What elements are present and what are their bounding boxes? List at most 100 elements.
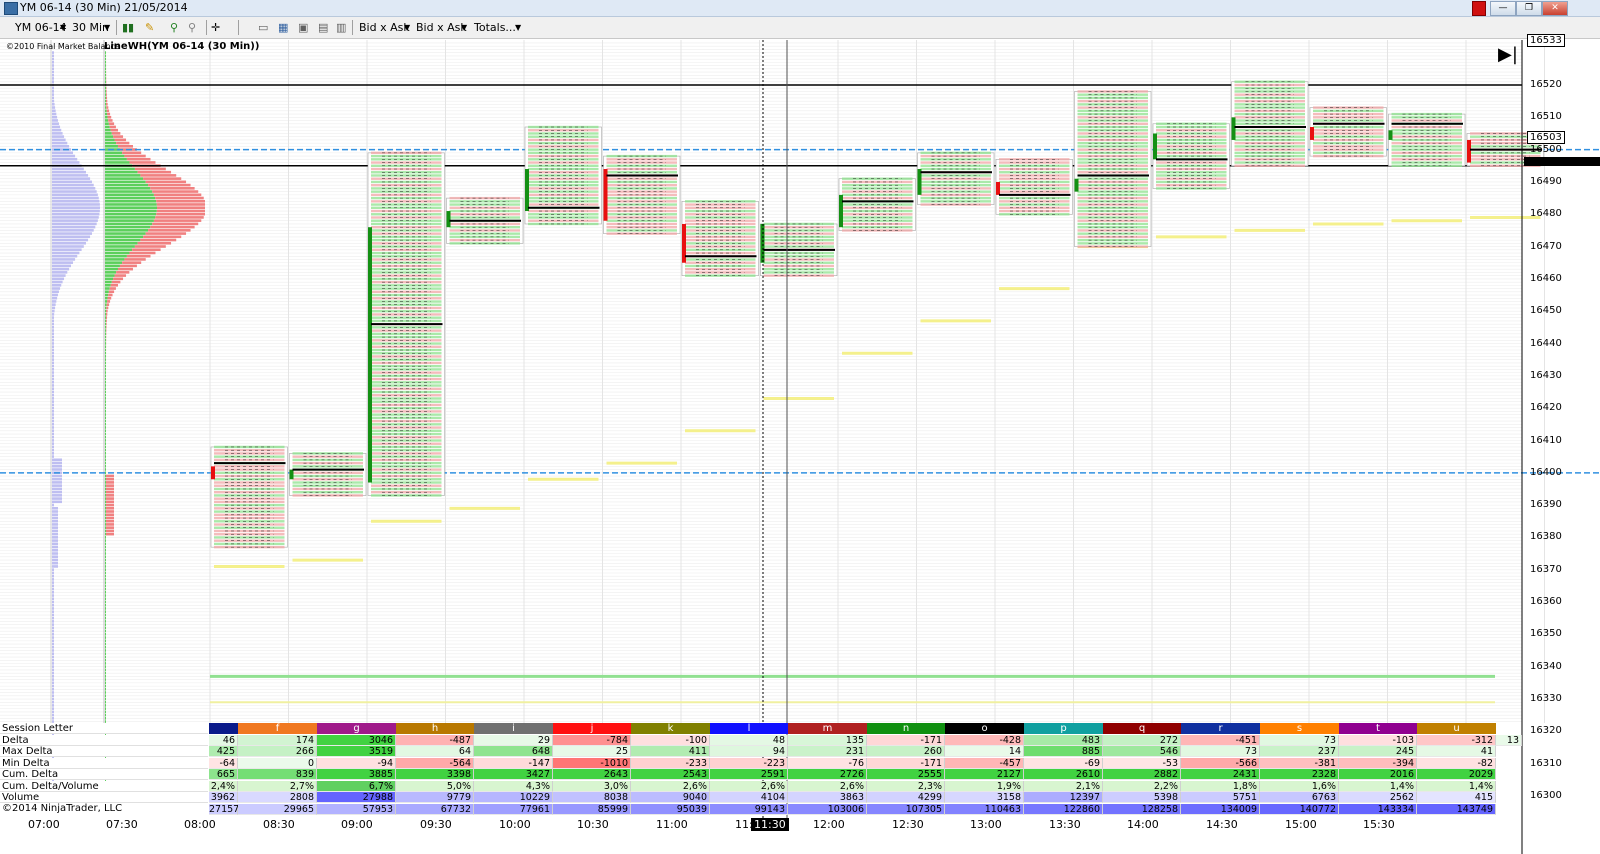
buy-volume-bar [105, 377, 106, 381]
table-row: Max Delta 425 266 3519 64 648 25 411 94 231 260 14 8… [0, 746, 1522, 757]
time-axis-label: 13:30 [1049, 818, 1081, 831]
close-button[interactable]: ✕ [1542, 1, 1568, 16]
properties-icon[interactable]: ▦ [278, 20, 288, 35]
mode2-dropdown[interactable]: Bid x Ask [416, 20, 467, 35]
table-cell: -64 [209, 757, 238, 769]
table-cell: -94 [317, 757, 396, 769]
buy-volume-bar [105, 122, 109, 125]
volume-profile-bar [52, 565, 58, 568]
buy-volume-bar [105, 523, 106, 526]
mode3-dropdown[interactable]: Totals... [474, 20, 516, 35]
table-cell: -381 [1260, 757, 1339, 769]
sell-volume-bar [106, 309, 108, 313]
buy-volume-bar [105, 561, 106, 565]
volume-profile-bar [52, 704, 54, 707]
strategy-icon[interactable]: ⚲ [188, 20, 196, 35]
buy-volume-bar [105, 238, 141, 242]
templates-icon[interactable]: ▥ [336, 20, 346, 35]
chevron-down-icon[interactable]: ▼ [461, 20, 467, 35]
table-cell: 415 [1417, 792, 1496, 803]
restore-button[interactable]: ❐ [1516, 1, 1542, 16]
table-cell: 77961 [474, 803, 553, 815]
pencil-icon[interactable]: ✎ [145, 20, 154, 35]
buy-volume-bar [105, 303, 107, 306]
buy-volume-bar [105, 128, 111, 132]
buy-volume-bar [105, 506, 106, 510]
bar-style-icon[interactable]: ▮▮ [122, 20, 134, 35]
alert-badge[interactable] [1472, 1, 1486, 16]
session-letter: m [788, 723, 867, 734]
volume-profile-bar [52, 325, 54, 329]
volume-profile-bar [52, 416, 54, 420]
sell-volume-bar [124, 258, 146, 261]
indicator-icon[interactable]: ⚲ [170, 20, 178, 35]
table-cell: -100 [631, 734, 710, 746]
sell-volume-bar [111, 132, 121, 135]
buy-volume-bar [105, 345, 106, 348]
sell-volume-bar [156, 209, 205, 213]
volume-profile-bar [52, 474, 62, 478]
table-cell: 237 [1260, 746, 1339, 757]
volume-profile-bar [52, 432, 54, 436]
buy-volume-bar [105, 519, 106, 523]
buy-volume-bar [105, 629, 106, 633]
volume-profile-bar [52, 261, 74, 264]
buy-volume-bar [105, 552, 106, 555]
data-box-icon[interactable]: ▤ [318, 20, 328, 35]
session-letter: n [867, 723, 945, 734]
table-row: Delta 46 174 3046 -487 29 -784 -100 48 135 -171 -42… [0, 734, 1522, 746]
volume-profile-bar [52, 190, 97, 193]
sell-volume-bar [108, 119, 113, 122]
instrument-dropdown[interactable]: YM 06-14 [15, 20, 67, 35]
chevron-down-icon[interactable]: ▼ [60, 20, 66, 35]
table-cell: 2,7% [238, 780, 317, 792]
volume-profile-bar [52, 422, 54, 426]
table-cell: 2,4% [209, 780, 238, 792]
buy-volume-bar [105, 603, 106, 607]
buy-volume-bar [105, 532, 106, 536]
volume-profile-bar [52, 532, 58, 536]
footprint-box [995, 159, 1073, 215]
window-title: YM 06-14 (30 Min) 21/05/2014 [20, 1, 188, 14]
volume-profile-bar [52, 287, 61, 290]
time-axis-label: 07:00 [28, 818, 60, 831]
volume-profile-bar [52, 222, 97, 226]
volume-profile-bar [52, 93, 54, 96]
volume-profile-bar [52, 167, 84, 171]
buy-volume-bar [105, 471, 106, 475]
price-axis-label: 16390 [1530, 499, 1562, 511]
table-row: 27157 29965 57953 67732 77961 85999 95039 99143… [0, 803, 1522, 815]
time-axis-label: 10:30 [577, 818, 609, 831]
zoom-out-icon[interactable]: ▭ [258, 20, 268, 35]
table-cell: 3519 [317, 746, 396, 757]
volume-profile-bar [52, 500, 62, 504]
sell-volume-bar [157, 206, 205, 210]
buy-volume-bar [105, 77, 106, 80]
chevron-down-icon[interactable]: ▼ [404, 20, 410, 35]
table-cell: 5,0% [396, 780, 474, 792]
volume-profile-bar [52, 51, 54, 54]
buy-volume-bar [105, 332, 106, 336]
table-cell: 5751 [1181, 792, 1260, 803]
chevron-down-icon[interactable]: ▼ [515, 20, 521, 35]
buy-volume-bar [105, 283, 111, 287]
chevron-down-icon[interactable]: ▼ [104, 20, 110, 35]
crosshair-icon[interactable]: ✛ [211, 20, 220, 35]
buy-volume-bar [105, 545, 106, 549]
scroll-to-end-icon[interactable]: ▶| [1498, 44, 1518, 65]
table-cell: 2543 [631, 769, 710, 780]
volume-profile-bar [52, 102, 55, 106]
table-cell: 2562 [1339, 792, 1417, 803]
buy-volume-bar [105, 684, 106, 688]
buy-volume-bar [105, 439, 106, 442]
volume-profile-bar [52, 448, 54, 452]
buy-volume-bar [105, 461, 106, 465]
sell-volume-bar [122, 151, 142, 155]
minimize-button[interactable]: — [1490, 1, 1516, 16]
buy-volume-bar [105, 639, 106, 643]
time-axis-label: 08:30 [263, 818, 295, 831]
mode1-dropdown[interactable]: Bid x Ask [359, 20, 410, 35]
screenshot-icon[interactable]: ▣ [298, 20, 308, 35]
table-cell: 9779 [396, 792, 474, 803]
volume-profile-bar [52, 300, 57, 303]
